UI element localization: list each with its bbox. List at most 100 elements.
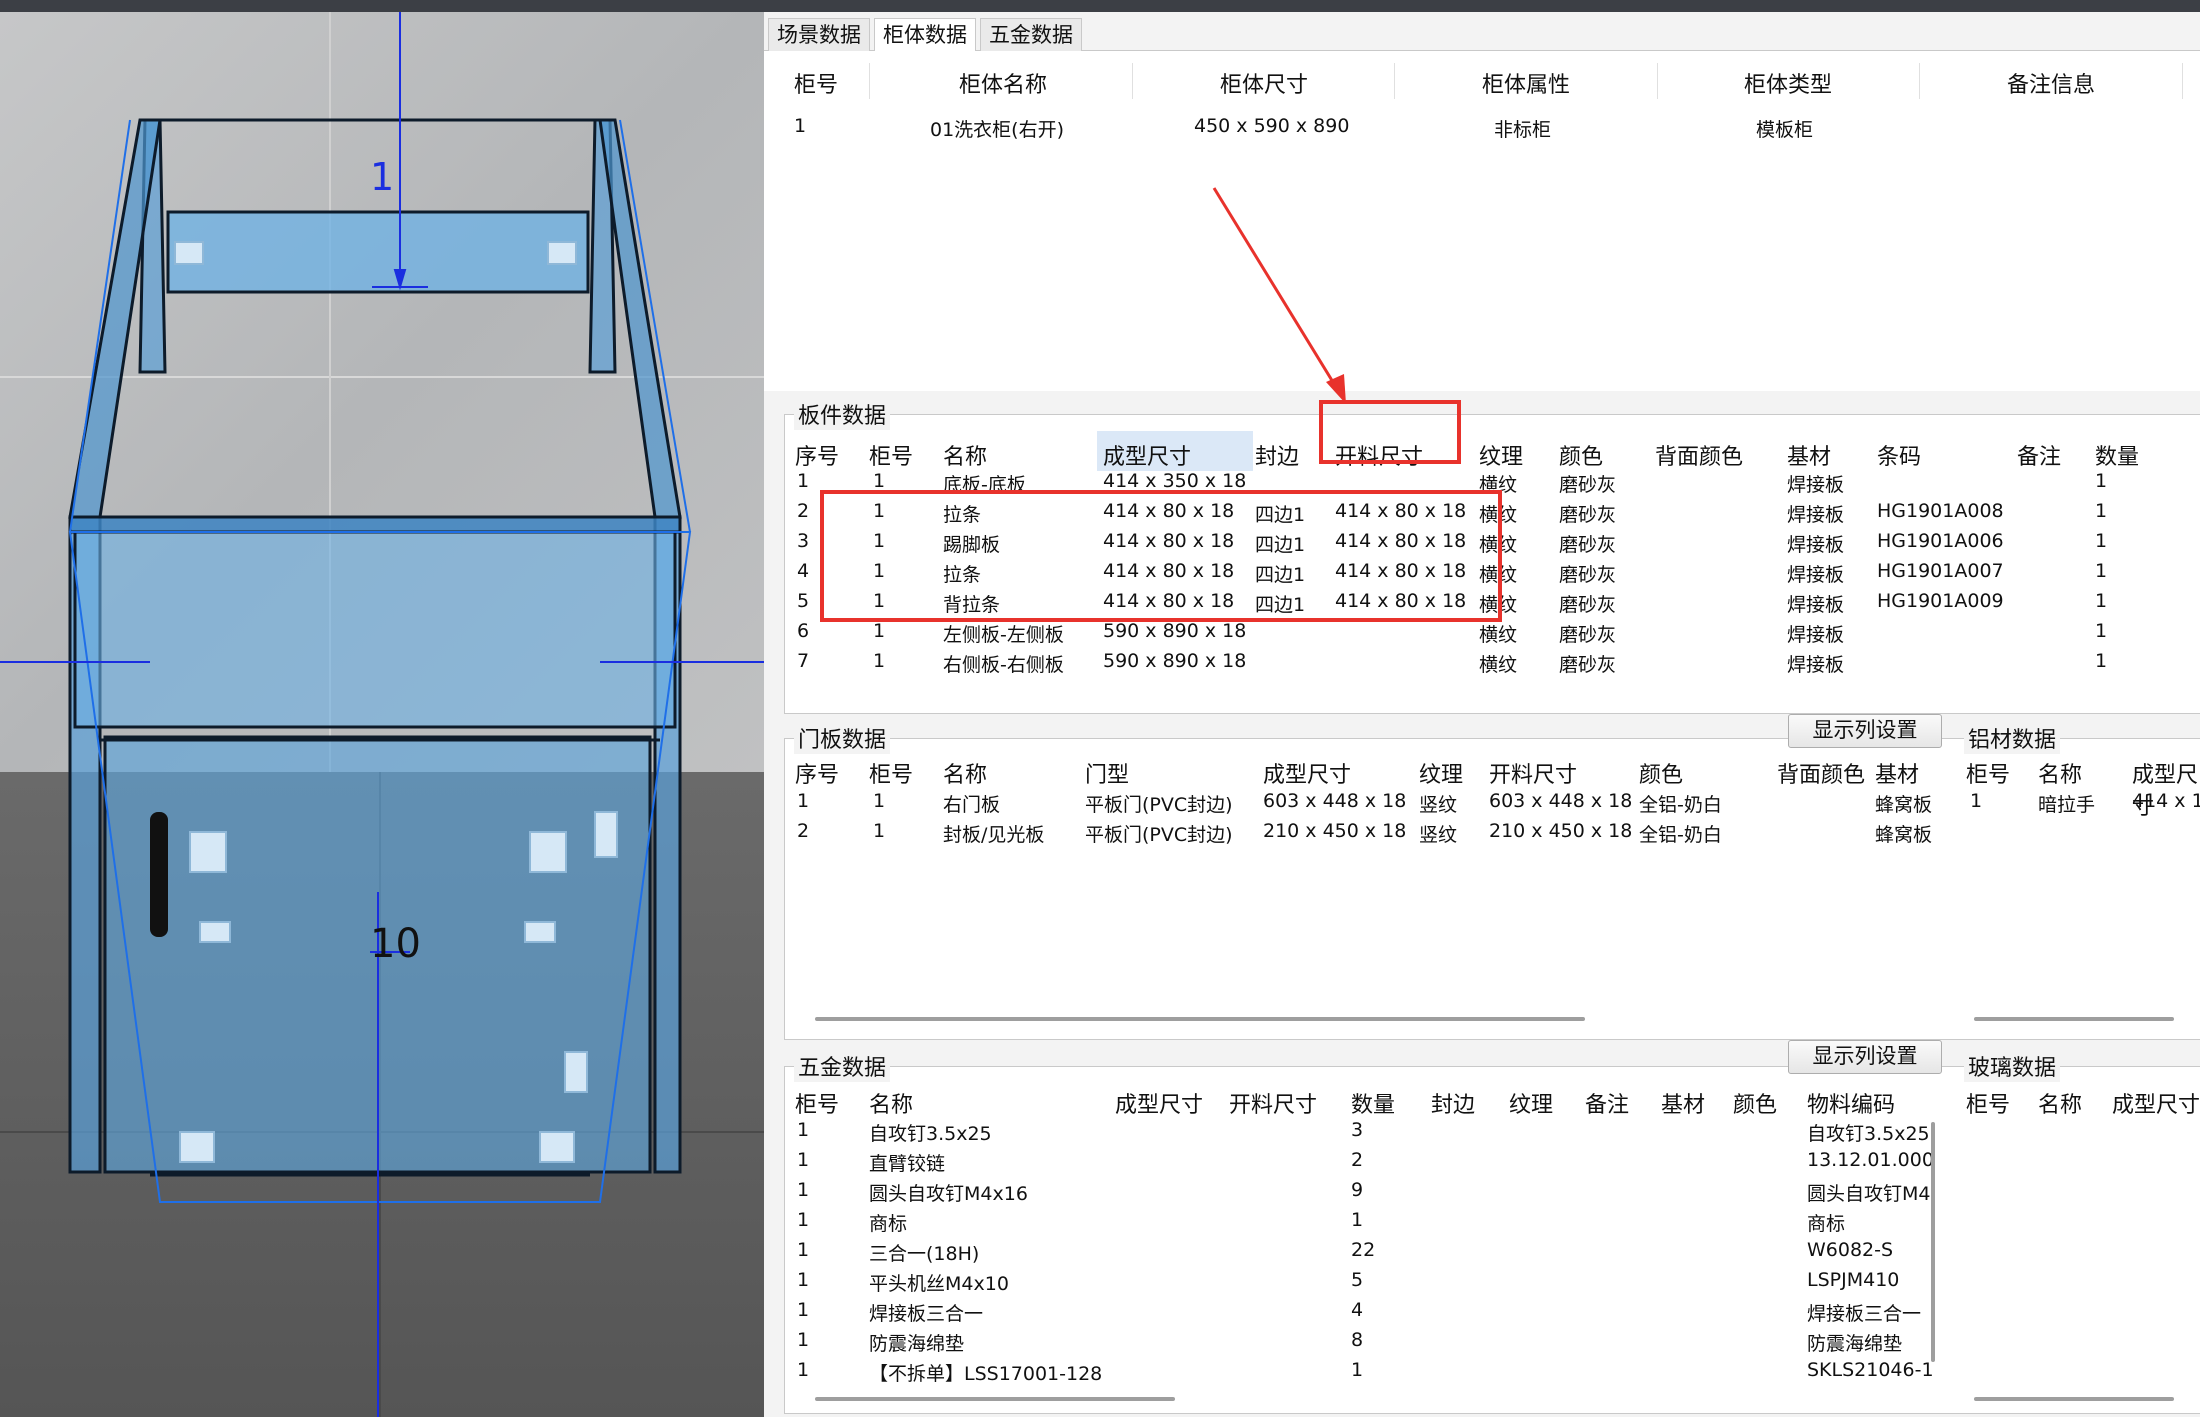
column-header[interactable]: 封边 (1255, 439, 1299, 471)
column-header[interactable]: 柜体属性 (1482, 67, 1570, 99)
table-cell: SKLS21046-1 (1807, 1359, 1934, 1381)
column-header[interactable]: 基材 (1661, 1087, 1705, 1119)
table-cell: 右门板 (943, 794, 1001, 816)
table-cell: 全铝-奶白 (1639, 794, 1722, 816)
table-cell: 590 x 890 x 18 (1103, 620, 1247, 642)
cabinet-model[interactable] (68, 118, 682, 1177)
column-header[interactable]: 背面颜色 (1655, 439, 1743, 471)
table-cell: 4 (1351, 1299, 1364, 1321)
table-cell: 8 (1351, 1329, 1364, 1351)
column-header[interactable]: 柜号 (794, 67, 838, 99)
table-cell: 1 (2095, 470, 2108, 492)
table-cell: 1 (873, 470, 886, 492)
table-cell: 1 (873, 650, 886, 672)
table-cell: 焊接板 (1787, 534, 1845, 556)
column-header[interactable]: 名称 (943, 439, 987, 471)
column-header[interactable]: 名称 (869, 1087, 913, 1119)
column-header[interactable]: 名称 (2038, 1087, 2082, 1119)
hardware-table-vscroll[interactable] (1931, 1122, 1935, 1362)
table-cell: HG1901A007 (1877, 560, 2004, 582)
table-cell: 2 (797, 500, 810, 522)
door-column-settings-button[interactable]: 显示列设置 (1788, 714, 1942, 748)
table-cell: 603 x 448 x 18 (1263, 790, 1407, 812)
table-cell: 1 (2095, 530, 2108, 552)
panel-data-title: 板件数据 (794, 398, 891, 430)
column-header[interactable]: 柜体尺寸 (1220, 67, 1308, 99)
column-header[interactable]: 备注 (2017, 439, 2061, 471)
column-header[interactable]: 纹理 (1419, 757, 1463, 789)
table-cell: 1 (2095, 650, 2108, 672)
table-cell: 1 (797, 1149, 810, 1171)
column-header[interactable]: 柜体名称 (959, 67, 1047, 99)
column-header[interactable]: 柜号 (1966, 757, 2010, 789)
column-header[interactable]: 门型 (1085, 757, 1129, 789)
column-header[interactable]: 柜号 (795, 1087, 839, 1119)
cell-cabinet-name: 01洗衣柜(右开) (930, 119, 1065, 141)
column-header[interactable]: 成型尺寸 (1263, 757, 1351, 789)
column-header[interactable]: 封边 (1431, 1087, 1475, 1119)
column-header[interactable]: 颜色 (1559, 439, 1603, 471)
tab-scene-data[interactable]: 场景数据 (768, 18, 870, 51)
glass-table-hscroll[interactable] (1974, 1397, 2174, 1401)
column-header[interactable]: 备注 (1585, 1087, 1629, 1119)
aluminum-table-hscroll[interactable] (1974, 1017, 2174, 1021)
column-header[interactable]: 柜号 (869, 757, 913, 789)
column-header[interactable]: 纹理 (1479, 439, 1523, 471)
column-header[interactable]: 基材 (1787, 439, 1831, 471)
hardware-column-settings-button[interactable]: 显示列设置 (1788, 1040, 1942, 1074)
column-header[interactable]: 开料尺寸 (1229, 1087, 1317, 1119)
table-cell: 暗拉手 (2038, 794, 2096, 816)
column-header[interactable]: 序号 (795, 757, 839, 789)
column-header[interactable]: 物料编码 (1807, 1087, 1895, 1119)
column-header[interactable]: 柜号 (1966, 1087, 2010, 1119)
column-header[interactable]: 数量 (2095, 439, 2139, 471)
3d-viewport[interactable]: 1 10 (0, 12, 764, 1417)
hardware-table-hscroll[interactable] (815, 1397, 1175, 1401)
table-cell: 平板门(PVC封边) (1085, 824, 1233, 846)
door-table-hscroll[interactable] (815, 1017, 1585, 1021)
table-cell: 磨砂灰 (1559, 474, 1617, 496)
table-cell: 竖纹 (1419, 824, 1458, 846)
column-header[interactable]: 名称 (943, 757, 987, 789)
hardware-data-group: 柜号 名称 成型尺寸 开料尺寸 数量 封边 纹理 备注 基材 颜色 物料编码 1 自攻钉3.5x25 3 自… (784, 1066, 1956, 1414)
table-cell: 4 (797, 560, 810, 582)
column-header[interactable]: 成型尺寸 (1115, 1087, 1203, 1119)
column-header[interactable]: 颜色 (1639, 757, 1683, 789)
tab-cabinet-data[interactable]: 柜体数据 (874, 18, 976, 52)
table-cell: 3 (1351, 1119, 1364, 1141)
table-cell: 商标 (1807, 1213, 1846, 1235)
door-handle (150, 812, 168, 937)
table-cell: 封板/见光板 (943, 824, 1045, 846)
table-cell: HG1901A009 (1877, 590, 2004, 612)
table-cell: 焊接板三合一 (869, 1303, 984, 1325)
table-cell: 防震海绵垫 (869, 1333, 965, 1355)
column-header[interactable]: 成型尺寸 (2112, 1087, 2200, 1119)
column-header[interactable]: 条码 (1877, 439, 1921, 471)
column-header[interactable]: 数量 (1351, 1087, 1395, 1119)
column-header[interactable]: 序号 (795, 439, 839, 471)
door-data-title: 门板数据 (794, 722, 891, 754)
column-header[interactable]: 成型尺寸 (1103, 439, 1191, 471)
column-header[interactable]: 基材 (1875, 757, 1919, 789)
table-cell: 圆头自攻钉M4x16 (869, 1183, 1028, 1205)
column-header[interactable]: 颜色 (1733, 1087, 1777, 1119)
column-header[interactable]: 纹理 (1509, 1087, 1553, 1119)
table-cell: 1 (873, 790, 886, 812)
column-header[interactable]: 柜体类型 (1744, 67, 1832, 99)
column-header[interactable]: 开料尺寸 (1489, 757, 1577, 789)
table-cell: 6 (797, 620, 810, 642)
table-cell: 蜂窝板 (1875, 824, 1933, 846)
tab-hardware-data[interactable]: 五金数据 (980, 18, 1082, 51)
column-header[interactable]: 柜号 (869, 439, 913, 471)
table-cell: 圆头自攻钉M4 (1807, 1183, 1931, 1205)
table-cell: 1 (797, 790, 810, 812)
table-cell: 1 (797, 1119, 810, 1141)
column-header[interactable]: 备注信息 (2007, 67, 2095, 99)
aluminum-data-title: 铝材数据 (1964, 722, 2061, 754)
table-cell: 磨砂灰 (1559, 624, 1617, 646)
cell-cabinet-attr: 非标柜 (1494, 119, 1552, 141)
column-header[interactable]: 背面颜色 (1777, 757, 1865, 789)
column-header[interactable]: 名称 (2038, 757, 2082, 789)
table-cell: 防震海绵垫 (1807, 1333, 1903, 1355)
table-cell: 590 x 890 x 18 (1103, 650, 1247, 672)
